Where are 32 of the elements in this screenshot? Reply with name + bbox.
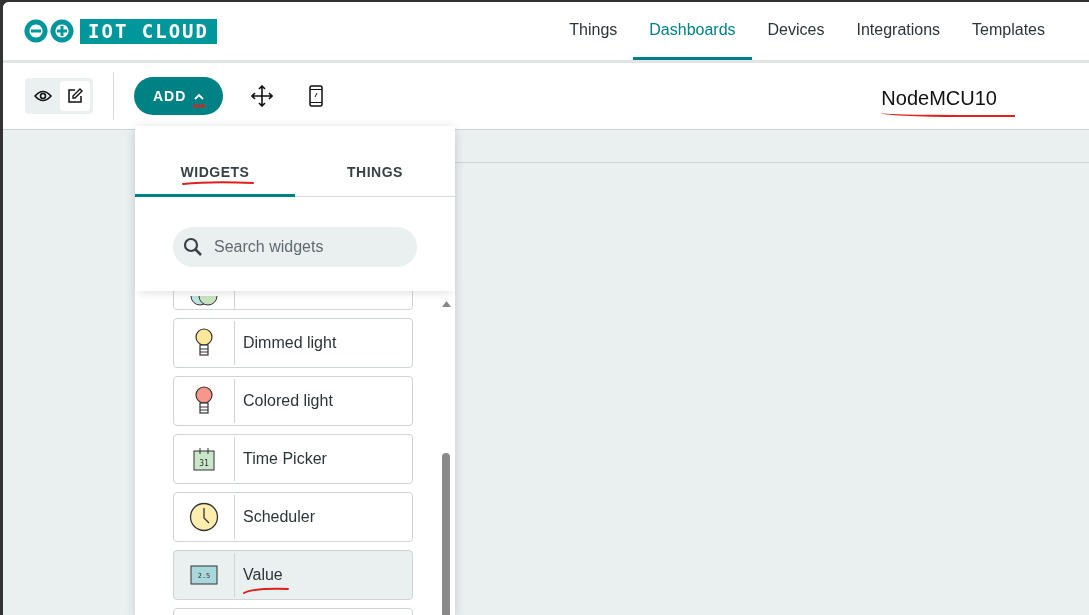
widget-item[interactable]: Colored light bbox=[173, 376, 413, 426]
search-field[interactable]: Search widgets bbox=[173, 227, 417, 267]
widget-item[interactable]: Dimmed light bbox=[173, 318, 413, 368]
edit-mode-button[interactable] bbox=[60, 81, 90, 111]
dashboard-name: NodeMCU10 bbox=[881, 75, 1015, 117]
nav-tab[interactable]: Things bbox=[553, 2, 634, 60]
clock-icon bbox=[189, 502, 219, 532]
nav-tab[interactable]: Integrations bbox=[840, 2, 957, 60]
annotation-underline bbox=[193, 103, 206, 108]
logo-wordmark: IOT CLOUD bbox=[80, 18, 217, 44]
annotation-underline bbox=[243, 586, 289, 594]
caret-icon bbox=[194, 92, 205, 100]
mobile-phone-icon[interactable] bbox=[309, 85, 324, 107]
scroll-up-icon[interactable] bbox=[442, 301, 451, 307]
panel-tab[interactable]: THINGS bbox=[295, 150, 455, 197]
add-button[interactable]: ADD bbox=[134, 77, 224, 115]
light-bulb-icon bbox=[194, 386, 214, 416]
widget-item[interactable]: 31 Time Picker bbox=[173, 434, 413, 484]
eye-icon bbox=[34, 90, 52, 102]
infinity-logo-icon bbox=[24, 19, 74, 43]
scrollbar-thumb[interactable] bbox=[442, 453, 450, 615]
light-bulb-icon bbox=[194, 328, 214, 358]
color-circles-icon bbox=[190, 296, 218, 308]
panel-tab[interactable]: WIDGETS bbox=[135, 150, 295, 197]
calendar-icon: 31 bbox=[193, 447, 215, 471]
widget-item[interactable]: Scheduler bbox=[173, 492, 413, 542]
search-icon bbox=[183, 237, 203, 257]
pencil-icon bbox=[67, 88, 83, 104]
move-arrows-icon[interactable] bbox=[251, 85, 274, 107]
nav-tab[interactable]: Devices bbox=[751, 2, 841, 60]
nav-tab[interactable]: Dashboards bbox=[633, 2, 752, 60]
nav-tab[interactable]: Templates bbox=[956, 2, 1061, 60]
